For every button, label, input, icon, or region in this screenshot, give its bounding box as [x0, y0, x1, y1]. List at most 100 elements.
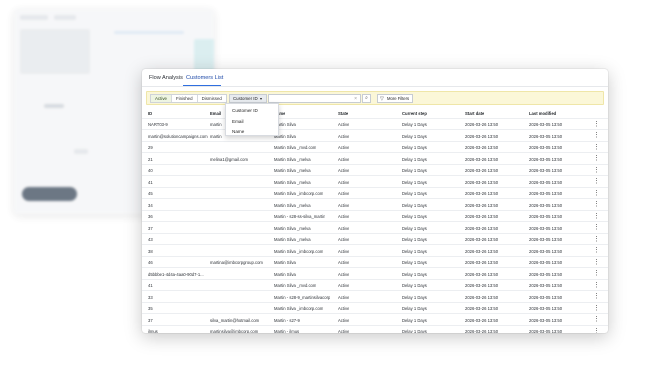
cell-last-modified: 2026-03-05 13:50 — [529, 248, 563, 254]
row-actions-icon[interactable]: ⋮ — [593, 131, 600, 140]
tab-customers-list[interactable]: Customers List — [186, 75, 223, 81]
cell-name: Martin - ilmus — [274, 329, 300, 333]
cell-state: Active — [338, 156, 350, 162]
cell-current-step: Delay 1 Days — [402, 202, 427, 208]
row-actions-icon[interactable]: ⋮ — [593, 120, 600, 129]
row-actions-icon[interactable]: ⋮ — [593, 143, 600, 152]
row-actions-icon[interactable]: ⋮ — [593, 281, 600, 290]
column-header-current-step[interactable]: Current step — [402, 111, 427, 116]
cell-name: Martin Silva _melva — [274, 156, 311, 162]
filter-field-dropdown[interactable]: Customer ID ▾ — [229, 94, 267, 103]
row-actions-icon[interactable]: ⋮ — [593, 212, 600, 221]
table-row[interactable]: 45 Martin Silva _imbcorp.com Active Delay 1… — [142, 188, 608, 199]
status-finished-button[interactable]: Finished — [172, 95, 198, 102]
row-actions-icon[interactable]: ⋮ — [593, 246, 600, 255]
cell-last-modified: 2026-03-05 13:50 — [529, 317, 563, 323]
cell-last-modified: 2026-03-05 13:50 — [529, 122, 563, 127]
cell-name: Martin Silva — [274, 260, 296, 265]
cell-start-date: 2026-03-26 13:50 — [465, 191, 499, 196]
cell-name: Martin - s28-ss-silva_martin — [274, 214, 326, 219]
cell-start-date: 2026-03-26 13:50 — [465, 306, 499, 311]
tab-flow-analysis[interactable]: Flow Analysis — [149, 75, 183, 81]
status-active-button[interactable]: Active — [151, 95, 172, 102]
row-actions-icon[interactable]: ⋮ — [593, 154, 600, 163]
row-actions-icon[interactable]: ⋮ — [593, 200, 600, 209]
status-dismissed-button[interactable]: Dismissed — [198, 95, 226, 102]
cell-start-date: 2026-03-26 13:50 — [465, 283, 499, 288]
cell-state: Active — [338, 248, 350, 254]
table-row[interactable]: martin@solutioncampaigns.com martin Martin… — [142, 130, 608, 142]
cell-id: 34 — [148, 202, 153, 208]
row-actions-icon[interactable]: ⋮ — [593, 292, 600, 301]
cell-id: 36 — [148, 214, 153, 219]
cell-current-step: Delay 1 Days — [402, 179, 427, 185]
table-row[interactable]: 40 Martin Silva _melva Active Delay 1 Days 2… — [142, 165, 608, 176]
row-actions-icon[interactable]: ⋮ — [593, 177, 600, 186]
search-icon: ⌕ — [365, 95, 368, 101]
menu-option-email[interactable]: Email — [232, 119, 244, 124]
row-actions-icon[interactable]: ⋮ — [593, 223, 600, 232]
column-header-id[interactable]: ID — [148, 111, 152, 116]
cell-name: Martin Silva _imbcorp.com — [274, 191, 324, 196]
row-actions-icon[interactable]: ⋮ — [593, 327, 600, 334]
cell-name: Martin Silva _mvd.com — [274, 145, 317, 150]
table-row[interactable]: 41 Martin Silva _melva Active Delay 1 Days 2… — [142, 176, 608, 188]
cell-state: Active — [338, 145, 350, 150]
table-row[interactable]: NART03-9 martin Martin Silva Active Delay 1 … — [142, 119, 608, 130]
table-row[interactable]: 34 Martin Silva _melva Active Delay 1 Days 2… — [142, 199, 608, 211]
cell-current-step: Delay 1 Days — [402, 133, 427, 139]
table-row[interactable]: 41 Martin Silva _mvd.com Active Delay 1 Day… — [142, 280, 608, 291]
row-actions-icon[interactable]: ⋮ — [593, 166, 600, 175]
row-actions-icon[interactable]: ⋮ — [593, 304, 600, 313]
cell-current-step: Delay 1 Days — [402, 329, 427, 333]
table-row[interactable]: 43 Martin Silva _melva Active Delay 1 Days 2… — [142, 234, 608, 245]
table-row[interactable]: ilmus martinsilva@imbcorp.com Martin - ilm… — [142, 326, 608, 334]
table-row[interactable]: 36 Martin - s28-ss-silva_martin Active Dela… — [142, 211, 608, 222]
row-actions-icon[interactable]: ⋮ — [593, 269, 600, 278]
cell-name: Martin Silva _mvd.com — [274, 283, 317, 288]
table-row[interactable]: 29 Martin Silva _mvd.com Active Delay 1 Day… — [142, 142, 608, 153]
cell-start-date: 2026-03-26 13:50 — [465, 179, 499, 185]
table-row[interactable]: 37 silva_martin@hotmail.com Martin - s27-9… — [142, 314, 608, 326]
menu-option-customer-id[interactable]: Customer ID — [232, 108, 258, 113]
row-actions-icon[interactable]: ⋮ — [593, 258, 600, 267]
filter-toolbar: Active Finished Dismissed Customer ID ▾ … — [146, 91, 604, 105]
column-header-email[interactable]: Email — [210, 111, 221, 116]
cell-name: Martin Silva _melva — [274, 237, 311, 242]
active-tab-indicator — [183, 85, 221, 87]
row-actions-icon[interactable]: ⋮ — [593, 189, 600, 198]
column-header-last-modified[interactable]: Last modified — [529, 111, 556, 116]
cell-name: Martin - s28-9_martinsilvacorp — [274, 294, 331, 300]
cell-state: Active — [338, 317, 350, 323]
cell-current-step: Delay 1 Days — [402, 156, 427, 162]
menu-option-name[interactable]: Name — [232, 129, 244, 134]
table-row[interactable]: 33 Martin - s28-9_martinsilvacorp Active De… — [142, 291, 608, 303]
cell-current-step: Delay 1 Days — [402, 260, 427, 265]
search-input[interactable]: × — [268, 94, 361, 103]
table-row[interactable]: 37 Martin Silva _melva Active Delay 1 Days 2… — [142, 222, 608, 234]
cell-last-modified: 2026-03-05 13:50 — [529, 156, 563, 162]
table-row[interactable]: 38 Martin Silva _imbcorp.com Active Delay 1… — [142, 245, 608, 257]
cell-email: martin — [210, 122, 222, 127]
cell-id: ilmus — [148, 329, 158, 333]
column-header-state[interactable]: State — [338, 111, 348, 116]
table-row[interactable]: d5bbbe1-4d4a-4aa0-90d7-1... Martin Silva A… — [142, 268, 608, 280]
customers-window: Flow Analysis Customers List Active Fini… — [142, 69, 608, 333]
row-actions-icon[interactable]: ⋮ — [593, 235, 600, 244]
cell-id: d5bbbe1-4d4a-4aa0-90d7-1... — [148, 271, 204, 277]
cell-last-modified: 2026-03-05 13:50 — [529, 133, 563, 139]
tab-bar: Flow Analysis Customers List — [142, 69, 608, 87]
more-filters-button[interactable]: ▽ More Filters — [377, 94, 413, 103]
cell-state: Active — [338, 237, 350, 242]
table-row[interactable]: 46 martina@imbcorpgroup.com Martin Silva Ac… — [142, 257, 608, 268]
cell-current-step: Delay 1 Days — [402, 294, 427, 300]
search-button[interactable]: ⌕ — [362, 94, 371, 103]
table-row[interactable]: 21 melina1@gmail.com Martin Silva _melva Ac… — [142, 153, 608, 165]
table-row[interactable]: 35 Martin Silva _imbcorp.com Active Delay 1… — [142, 303, 608, 314]
column-header-start-date[interactable]: Start date — [465, 111, 484, 116]
filter-icon: ▽ — [380, 96, 384, 102]
clear-icon[interactable]: × — [354, 95, 357, 103]
cell-email: martinsilva@imbcorp.com — [210, 329, 259, 333]
cell-start-date: 2026-03-26 13:50 — [465, 214, 499, 219]
row-actions-icon[interactable]: ⋮ — [593, 315, 600, 324]
